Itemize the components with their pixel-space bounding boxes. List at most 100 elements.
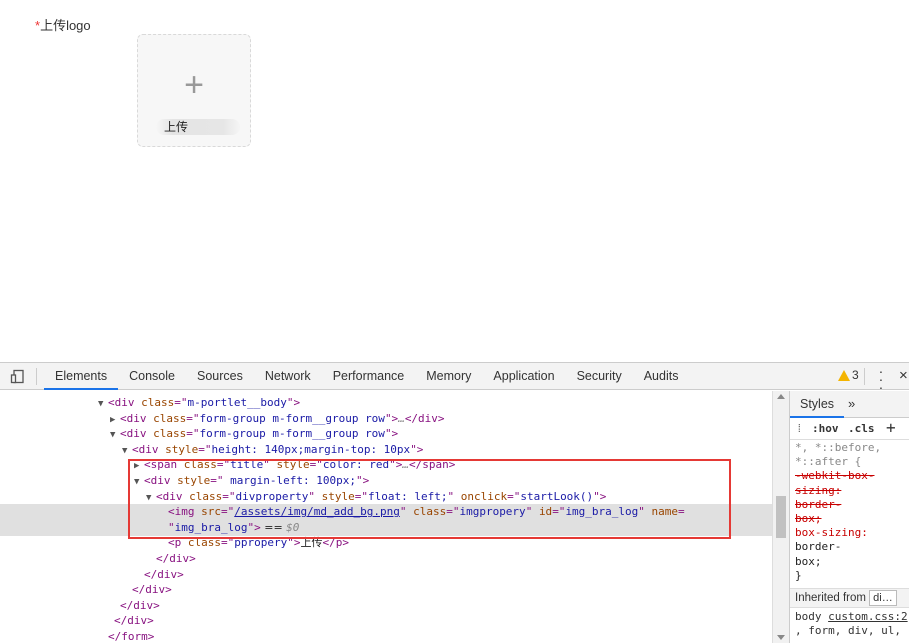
upload-logo-text: 上传logo [40, 18, 91, 33]
dom-token-val: height: 140px;margin-top: 10px [211, 442, 411, 456]
dom-token-tag: =" [309, 458, 323, 472]
dom-token-val: ppropery [234, 536, 288, 550]
upload-logo-button[interactable]: + 上传 [137, 34, 251, 147]
kebab-menu-icon[interactable]: · · · [876, 364, 886, 394]
css-line: box-sizing: [795, 526, 868, 540]
dom-node-line[interactable]: ▼ <div class="m-portlet__body"> [0, 395, 772, 411]
dom-node-line[interactable]: </div> [0, 598, 772, 614]
warning-icon [838, 369, 850, 381]
dom-token-tag: " [447, 489, 461, 503]
scroll-thumb[interactable] [776, 496, 786, 538]
dom-token-val: img_bra_log [565, 505, 639, 519]
device-toggle-icon[interactable] [10, 369, 25, 384]
dom-token-tag: </span> [408, 458, 456, 472]
dom-token-attr: style [165, 442, 199, 456]
dom-token-tag: "> [287, 536, 301, 550]
styles-pane: Styles » ⁞ :hov .cls + *, *::before, *::a… [789, 391, 909, 643]
dom-token-tag: </div> [120, 598, 160, 612]
tab-memory[interactable]: Memory [415, 363, 482, 390]
dom-node-line[interactable]: "img_bra_log"> == $0 [0, 519, 772, 536]
dom-token-tag: " [638, 505, 652, 519]
hover-state-toggle[interactable]: :hov [812, 422, 839, 435]
plus-icon: + [184, 66, 204, 104]
tab-performance[interactable]: Performance [322, 363, 416, 390]
css-rule-line: -webkit-box- [795, 469, 875, 483]
collapsed-arrow-icon[interactable]: ▶ [110, 412, 120, 428]
dom-token-tag: <img [168, 505, 202, 519]
dom-token-attr: class [183, 458, 217, 472]
warning-counter[interactable]: 3 [838, 368, 859, 382]
dom-token-tag: </div> [132, 583, 172, 597]
source-link[interactable]: custom.css:2 [828, 610, 907, 623]
dom-token-tag: =" [222, 489, 236, 503]
close-icon[interactable]: × [899, 367, 908, 384]
tab-application[interactable]: Application [482, 363, 565, 390]
tab-elements[interactable]: Elements [44, 363, 119, 390]
dom-node-line[interactable]: ▼ <div style="height: 140px;margin-top: 1… [0, 442, 772, 458]
dom-token-attr: style [321, 489, 355, 503]
dom-token-tag: <div [108, 396, 142, 409]
dom-token-tag: "> [247, 520, 261, 534]
dom-token-tag: =" [507, 489, 521, 503]
styles-filter-row: ⁞ :hov .cls + [790, 418, 909, 440]
dom-node-line[interactable]: </div> [0, 551, 772, 567]
css-rule-line: box-sizing: [795, 526, 868, 540]
dom-token-tag: =" [221, 536, 235, 550]
elements-scrollbar[interactable] [772, 391, 789, 643]
devtools-tabs: Elements Console Sources Network Performance… [44, 363, 689, 390]
dom-token-tag: =" [186, 411, 200, 425]
css-rule-line: border- [795, 540, 842, 554]
inherited-element-link[interactable]: di… [869, 590, 897, 606]
upload-logo-label: *上传logo [35, 15, 91, 34]
dom-node-line[interactable]: ▼ <div style=" margin-left: 100px;"> [0, 473, 772, 489]
dom-token-link[interactable]: /assets/img/md_add_bg.png [234, 505, 400, 518]
tab-security[interactable]: Security [566, 363, 633, 390]
dom-token-tag: <div [144, 474, 178, 487]
dom-token-attr: class [153, 427, 187, 441]
dom-node-line[interactable]: ▼ <div class="divproperty" style="float: … [0, 489, 772, 505]
dom-token-tag: "> [355, 474, 370, 487]
dom-token-val: margin-left: 100px; [223, 474, 356, 487]
expanded-arrow-icon[interactable]: ▼ [122, 443, 132, 459]
expanded-arrow-icon[interactable]: ▼ [146, 490, 156, 506]
filter-icon[interactable]: ⁞ [796, 422, 803, 436]
expanded-arrow-icon[interactable]: ▼ [110, 427, 120, 443]
dom-token-tag: "> [384, 427, 399, 441]
dom-token-tag: =" [174, 396, 188, 409]
dom-token-attr: class [413, 505, 447, 519]
dom-node-line[interactable]: <p class="ppropery">上传</p> [0, 535, 772, 551]
expanded-arrow-icon[interactable]: ▼ [134, 474, 144, 490]
scroll-up-icon[interactable] [777, 394, 785, 399]
dom-token-tag: " [263, 458, 277, 472]
more-tabs-icon[interactable]: » [848, 396, 855, 411]
add-rule-icon[interactable]: + [886, 418, 896, 437]
dom-node-line[interactable]: ▼ <div class="form-group m-form__group ro… [0, 426, 772, 442]
dom-token-tag: </div> [156, 552, 196, 565]
dom-node-line[interactable]: </div> [0, 567, 772, 583]
dom-token-val: divproperty [235, 489, 309, 503]
collapsed-arrow-icon[interactable]: ▶ [134, 458, 144, 474]
dom-node-line[interactable]: <img src="/assets/img/md_add_bg.png" cla… [0, 504, 772, 521]
dom-token-tag: "> [384, 411, 399, 425]
dom-node-line[interactable]: </div> [0, 613, 772, 629]
tab-styles[interactable]: Styles [790, 391, 845, 418]
dom-node-line[interactable]: </form> [0, 629, 772, 643]
expanded-arrow-icon[interactable]: ▼ [98, 396, 108, 412]
class-toggle[interactable]: .cls [848, 422, 875, 435]
dom-token-tag: <p [168, 536, 188, 550]
dom-token-val: form-group m-form__group row [199, 411, 385, 425]
tab-sources[interactable]: Sources [186, 363, 254, 390]
rule-source-line: body custom.css:2 [795, 610, 908, 623]
tab-console[interactable]: Console [118, 363, 186, 390]
dom-token-tag: = [678, 505, 685, 519]
tab-network[interactable]: Network [254, 363, 322, 390]
dom-node-line[interactable]: ▶ <span class="title" style="color: red">… [0, 457, 772, 473]
dom-token-tag: </form> [108, 630, 155, 643]
dom-token-tag: </div> [114, 614, 154, 628]
elements-tree[interactable]: ▼ <div class="m-portlet__body"> ▶ <div clas… [0, 391, 772, 643]
scroll-down-icon[interactable] [777, 635, 785, 640]
dom-node-line[interactable]: ▶ <div class="form-group m-form__group ro… [0, 411, 772, 427]
dom-token-tag: " [525, 505, 539, 519]
tab-audits[interactable]: Audits [633, 363, 690, 390]
dom-node-line[interactable]: </div> [0, 582, 772, 598]
